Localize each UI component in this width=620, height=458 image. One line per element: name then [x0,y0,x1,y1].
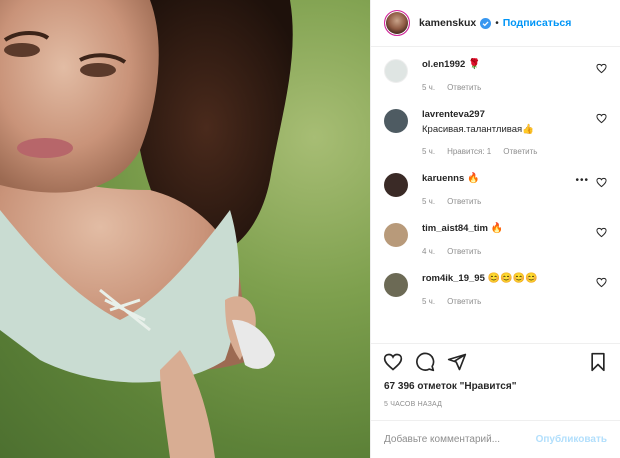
instagram-post: kamenskux • Подписаться ol.en1992 🌹 5 ч.… [0,0,620,458]
heart-icon[interactable] [383,352,403,372]
likes-count[interactable]: 67 396 отметок "Нравится" [371,381,620,392]
heart-icon[interactable] [596,227,607,238]
comment-time[interactable]: 5 ч. [422,297,435,306]
bookmark-icon[interactable] [588,352,608,372]
share-icon[interactable] [447,352,467,372]
comment-emoji: 😊😊😊😊 [487,273,538,284]
comment-item: rom4ik_19_95 😊😊😊😊 5 ч. Ответить [384,273,607,306]
commenter-avatar[interactable] [384,273,408,297]
comment-input[interactable] [384,434,536,445]
comment-options-button[interactable]: ••• [575,175,589,186]
verified-badge-icon [480,17,492,29]
post-photo[interactable] [0,0,370,458]
heart-icon[interactable] [596,63,607,74]
comment-emoji: 🌹 [468,59,481,70]
reply-button[interactable]: Ответить [447,197,481,206]
post-actions-bar [371,343,620,379]
post-time[interactable]: 5 ЧАСОВ НАЗАД [371,401,620,408]
separator-dot: • [495,17,499,29]
heart-icon[interactable] [596,277,607,288]
comment-icon[interactable] [415,352,435,372]
comment-time[interactable]: 5 ч. [422,197,435,206]
reply-button[interactable]: Ответить [503,147,537,156]
commenter-avatar[interactable] [384,173,408,197]
post-sidebar: kamenskux • Подписаться ol.en1992 🌹 5 ч.… [370,0,620,458]
comment-likes[interactable]: Нравится: 1 [447,147,491,156]
author-avatar[interactable] [384,10,410,36]
comment-text: Красивая.талантливая👍 [422,124,534,135]
commenter-avatar[interactable] [384,223,408,247]
follow-button[interactable]: Подписаться [503,17,572,29]
reply-button[interactable]: Ответить [447,83,481,92]
comment-time[interactable]: 4 ч. [422,247,435,256]
comments-list: ol.en1992 🌹 5 ч. Ответить lavrenteva297 К… [371,47,620,343]
add-comment-bar: Опубликовать [371,420,620,458]
commenter-username[interactable]: ol.en1992 [422,59,465,70]
commenter-username[interactable]: tim_aist84_tim [422,223,488,234]
reply-button[interactable]: Ответить [447,247,481,256]
commenter-username[interactable]: lavrenteva297 [422,109,485,120]
commenter-username[interactable]: karuenns [422,173,464,184]
publish-button[interactable]: Опубликовать [536,434,607,445]
commenter-username[interactable]: rom4ik_19_95 [422,273,485,284]
comment-time[interactable]: 5 ч. [422,147,435,156]
post-header: kamenskux • Подписаться [371,0,620,47]
comment-item: karuenns 🔥 5 ч. Ответить ••• [384,173,607,206]
comment-time[interactable]: 5 ч. [422,83,435,92]
photo-illustration [0,0,293,458]
commenter-avatar[interactable] [384,59,408,83]
comment-item: tim_aist84_tim 🔥 4 ч. Ответить [384,223,607,256]
heart-icon[interactable] [596,113,607,124]
heart-icon[interactable] [596,177,607,188]
commenter-avatar[interactable] [384,109,408,133]
comment-emoji: 🔥 [467,173,480,184]
reply-button[interactable]: Ответить [447,297,481,306]
author-username[interactable]: kamenskux [419,17,476,29]
comment-emoji: 🔥 [490,223,504,234]
comment-item: ol.en1992 🌹 5 ч. Ответить [384,59,607,92]
comment-item: lavrenteva297 Красивая.талантливая👍 5 ч.… [384,109,607,156]
